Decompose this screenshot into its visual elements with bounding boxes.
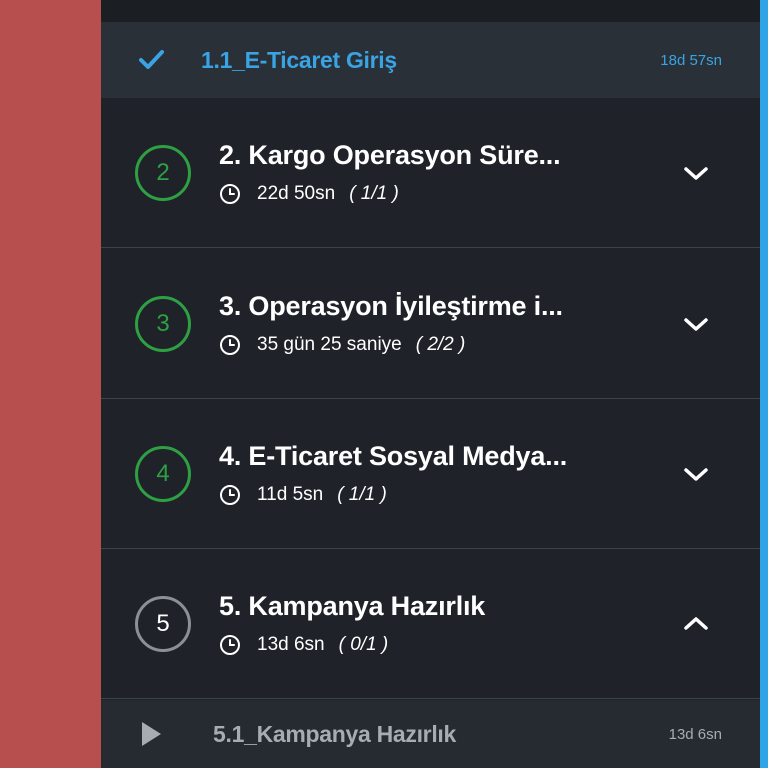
course-curriculum-panel: 1.1_E-Ticaret Giriş 18d 57sn 2 2. Kargo … bbox=[101, 0, 768, 768]
expand-toggle[interactable] bbox=[650, 310, 760, 338]
section-title: 5. Kampanya Hazırlık bbox=[219, 591, 486, 621]
section-progress: ( 1/1 ) bbox=[337, 484, 387, 505]
chevron-up-icon bbox=[684, 616, 708, 630]
clock-icon bbox=[220, 335, 240, 355]
lesson-title: 1.1_E-Ticaret Giriş bbox=[201, 46, 397, 73]
section-number-badge: 2 bbox=[135, 144, 191, 201]
section-3[interactable]: 3 3. Operasyon İyileştirme i... 35 gün 2… bbox=[101, 249, 760, 399]
section-duration: 22d 50sn bbox=[257, 183, 336, 204]
section-progress: ( 2/2 ) bbox=[415, 334, 466, 355]
expand-toggle[interactable] bbox=[650, 460, 760, 488]
section-5[interactable]: 5 5. Kampanya Hazırlık 13d 6sn ( 0/1 ) bbox=[101, 549, 760, 699]
scrollbar-accent[interactable] bbox=[760, 0, 768, 768]
section-title: 4. E-Ticaret Sosyal Medya... bbox=[219, 441, 568, 471]
section-duration: 35 gün 25 saniye bbox=[257, 334, 402, 355]
section-2[interactable]: 2 2. Kargo Operasyon Süre... 22d 50sn ( … bbox=[101, 98, 760, 248]
check-icon bbox=[101, 45, 201, 75]
section-number-badge: 3 bbox=[135, 295, 191, 352]
collapse-toggle[interactable] bbox=[650, 610, 760, 638]
lesson-duration: 18d 57sn bbox=[660, 51, 722, 69]
previous-row-edge bbox=[101, 0, 760, 22]
left-background-strip bbox=[0, 0, 101, 768]
section-duration: 13d 6sn bbox=[257, 634, 325, 655]
expand-toggle[interactable] bbox=[650, 159, 760, 187]
section-progress: ( 0/1 ) bbox=[338, 634, 389, 655]
chevron-down-icon bbox=[684, 467, 708, 481]
section-number-badge: 4 bbox=[135, 445, 191, 502]
lesson-row-active[interactable]: 1.1_E-Ticaret Giriş 18d 57sn bbox=[101, 22, 760, 98]
clock-icon bbox=[220, 184, 240, 204]
section-duration: 11d 5sn bbox=[257, 484, 324, 505]
clock-icon bbox=[220, 485, 240, 505]
lesson-title: 5.1_Kampanya Hazırlık bbox=[213, 720, 456, 747]
chevron-down-icon bbox=[684, 317, 708, 331]
chevron-down-icon bbox=[684, 166, 708, 180]
lesson-row-pending[interactable]: 5.1_Kampanya Hazırlık 13d 6sn bbox=[101, 700, 760, 768]
section-number-badge: 5 bbox=[135, 595, 191, 652]
section-title: 3. Operasyon İyileştirme i... bbox=[219, 291, 563, 321]
lesson-duration: 13d 6sn bbox=[668, 725, 722, 743]
section-4[interactable]: 4 4. E-Ticaret Sosyal Medya... 11d 5sn (… bbox=[101, 399, 760, 549]
play-icon bbox=[101, 719, 201, 749]
clock-icon bbox=[220, 635, 240, 655]
section-title: 2. Kargo Operasyon Süre... bbox=[219, 140, 561, 170]
section-progress: ( 1/1 ) bbox=[349, 183, 399, 204]
